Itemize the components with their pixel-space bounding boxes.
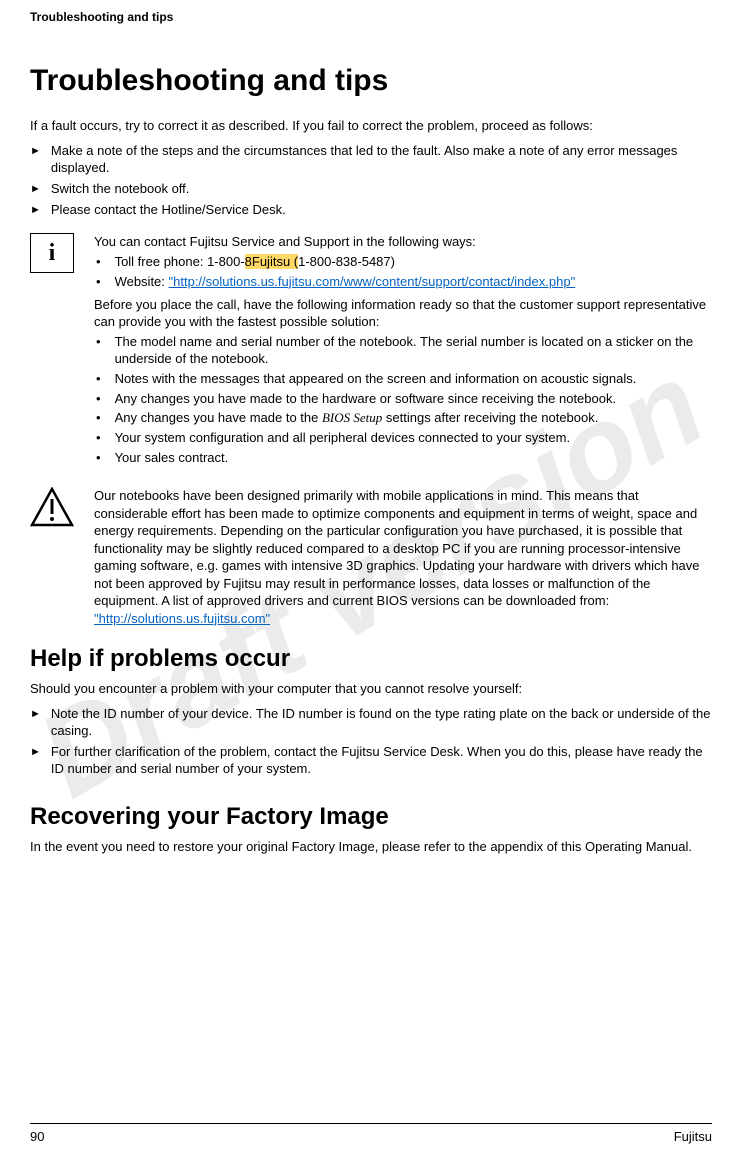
help-step-item: For further clarification of the problem… [30,744,712,778]
info-item: Your sales contract. [94,450,712,467]
page-number: 90 [30,1129,44,1144]
info-item: Any changes you have made to the BIOS Se… [94,410,712,427]
info-intro: You can contact Fujitsu Service and Supp… [94,233,712,251]
before-call-text: Before you place the call, have the foll… [94,296,712,331]
footer-brand: Fujitsu [674,1129,712,1144]
info-item: The model name and serial number of the … [94,334,712,368]
warning-body: Our notebooks have been designed primari… [94,488,700,608]
help-steps-list: Note the ID number of your device. The I… [30,706,712,778]
step-text: Make a note of the steps and the circums… [51,143,712,177]
info-item-text: Notes with the messages that appeared on… [115,371,712,388]
contact-website: Website: "http://solutions.us.fujitsu.co… [94,274,712,291]
warning-icon [30,487,74,527]
page-footer: 90 Fujitsu [30,1123,712,1144]
info-item: Any changes you have made to the hardwar… [94,391,712,408]
info-items-list: The model name and serial number of the … [94,334,712,467]
info-item: Your system configuration and all periph… [94,430,712,447]
help-step-text: For further clarification of the problem… [51,744,712,778]
warning-box: Our notebooks have been designed primari… [30,487,712,630]
page-header: Troubleshooting and tips [30,10,712,24]
recovery-text: In the event you need to restore your or… [30,839,712,856]
contact-phone: Toll free phone: 1-800-8Fujitsu (1-800-8… [94,254,712,271]
main-steps-list: Make a note of the steps and the circums… [30,143,712,219]
recovery-section-title: Recovering your Factory Image [30,803,712,831]
phone-highlight: 8Fujitsu ( [245,254,298,269]
main-title: Troubleshooting and tips [30,64,712,98]
info-box: i You can contact Fujitsu Service and Su… [30,233,712,472]
step-text: Switch the notebook off. [51,181,712,198]
help-step-item: Note the ID number of your device. The I… [30,706,712,740]
contact-list: Toll free phone: 1-800-8Fujitsu (1-800-8… [94,254,712,291]
website-label: Website: [115,274,169,289]
info-item-text: Your sales contract. [115,450,712,467]
info-content: You can contact Fujitsu Service and Supp… [94,233,712,472]
info-item-suffix: settings after receiving the notebook. [382,410,598,425]
help-intro: Should you encounter a problem with your… [30,681,712,698]
warning-text: Our notebooks have been designed primari… [94,487,712,627]
step-text: Please contact the Hotline/Service Desk. [51,202,712,219]
drivers-link[interactable]: "http://solutions.us.fujitsu.com" [94,611,270,626]
help-section-title: Help if problems occur [30,645,712,673]
info-icon: i [30,233,74,273]
info-item-text: Any changes you have made to the hardwar… [115,391,712,408]
intro-text: If a fault occurs, try to correct it as … [30,118,712,135]
step-item: Switch the notebook off. [30,181,712,198]
help-step-text: Note the ID number of your device. The I… [51,706,712,740]
info-item-text: The model name and serial number of the … [115,334,712,368]
phone-label: Toll free phone: 1-800- [115,254,245,269]
support-link[interactable]: "http://solutions.us.fujitsu.com/www/con… [169,274,576,289]
step-item: Make a note of the steps and the circums… [30,143,712,177]
info-item-prefix: Any changes you have made to the [115,410,322,425]
phone-end: 1-800-838-5487) [298,254,395,269]
warning-content: Our notebooks have been designed primari… [94,487,712,630]
info-item-text: Your system configuration and all periph… [115,430,712,447]
step-item: Please contact the Hotline/Service Desk. [30,202,712,219]
bios-setup-term: BIOS Setup [322,410,382,425]
info-item: Notes with the messages that appeared on… [94,371,712,388]
